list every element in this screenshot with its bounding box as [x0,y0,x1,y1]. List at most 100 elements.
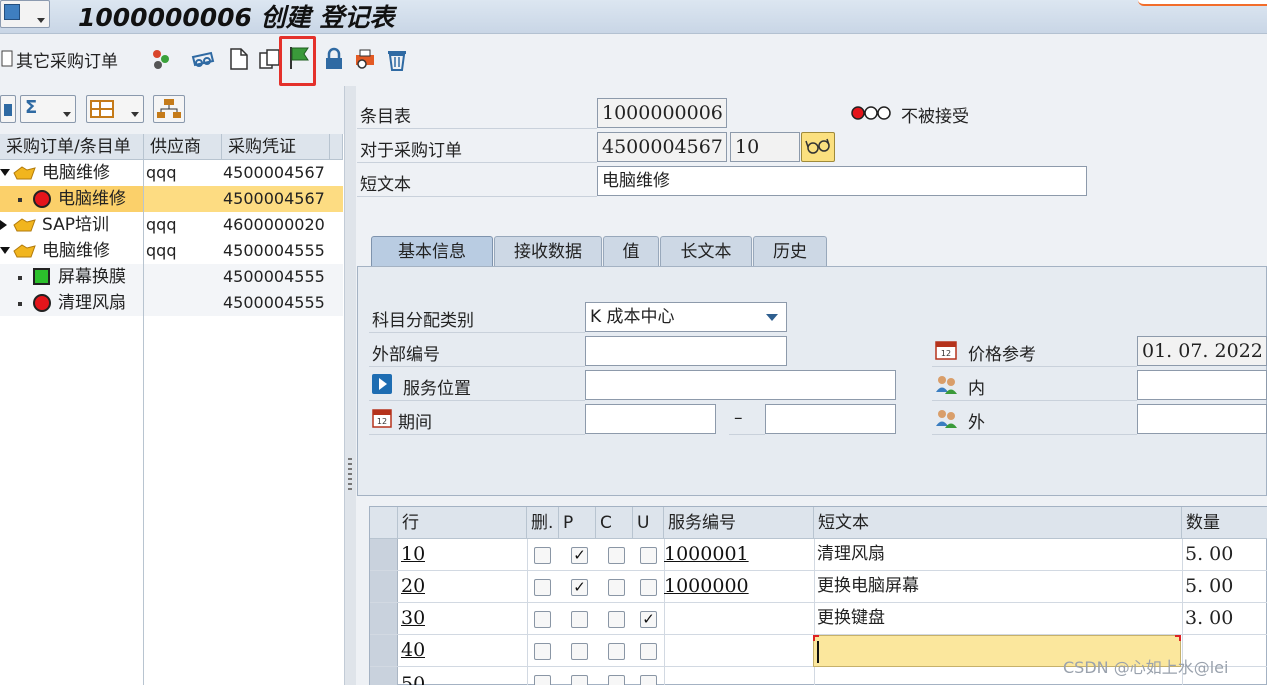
create-doc-icon[interactable] [227,47,251,71]
delete-checkbox[interactable] [534,579,551,596]
display-po-button[interactable] [801,132,835,162]
print-icon[interactable] [353,47,377,71]
other-po-button[interactable]: 其它采购订单 [0,46,118,72]
tab-history[interactable]: 历史 [753,236,827,268]
tab-values[interactable]: 值 [603,236,659,268]
period-to-field[interactable] [765,404,896,434]
delete-checkbox[interactable] [534,675,551,685]
system-menu-button[interactable] [0,0,50,28]
row-selector[interactable] [370,603,398,634]
expand-icon[interactable] [0,247,10,254]
folder-icon [13,166,36,180]
c-checkbox[interactable] [608,675,625,685]
line-number-link[interactable]: 50 [401,669,425,685]
row-selector[interactable] [370,571,398,602]
table-col-header[interactable]: U [633,507,664,539]
label-underline [357,196,597,197]
layout-button[interactable] [86,95,144,123]
short-text-field[interactable]: 电脑维修 [597,166,1087,196]
tab-basic-info[interactable]: 基本信息 [371,236,493,268]
line-number-link[interactable]: 30 [401,603,425,634]
c-checkbox[interactable] [608,643,625,660]
tree-col-header[interactable]: 供应商 [144,134,222,160]
delete-checkbox[interactable] [534,547,551,564]
hierarchy-button[interactable] [153,95,185,123]
ext-number-field[interactable] [585,336,787,366]
po-item-field[interactable]: 10 [730,132,800,162]
table-col-header[interactable]: 删. [527,507,559,539]
delete-checkbox[interactable] [534,643,551,660]
quantity-value[interactable]: 5. 00 [1185,539,1233,570]
pane-splitter[interactable] [344,86,356,685]
expand-icon[interactable] [0,169,10,176]
c-checkbox[interactable] [608,547,625,564]
line-short-text[interactable]: 更换键盘 [817,603,885,634]
tree-row[interactable]: 电脑维修 qqq 4500004555 [0,238,343,264]
row-selector[interactable] [370,539,398,570]
p-checkbox[interactable] [571,643,588,660]
external-field[interactable] [1137,404,1267,434]
tree-row-label: 电脑维修 [42,163,110,183]
tree-row-doc: 4500004567 [223,189,325,208]
p-checkbox[interactable]: ✓ [571,547,588,564]
table-row[interactable]: 10 ✓ 1000001 清理风扇 5. 00 [370,539,1267,571]
tree-row[interactable]: SAP培训 qqq 4600000020 [0,212,343,238]
collapse-icon[interactable] [0,220,7,230]
service-number-link[interactable]: 1000000 [664,571,749,602]
glasses-icon[interactable] [191,47,215,71]
tree-col-header[interactable]: 采购凭证 [222,134,330,160]
service-location-icon[interactable] [372,374,392,394]
line-number-link[interactable]: 20 [401,571,425,602]
delete-checkbox[interactable] [534,611,551,628]
tree-expand-button[interactable] [0,95,16,123]
chevron-down-icon[interactable] [766,314,778,321]
table-row[interactable]: 30 ✓ 更换键盘 3. 00 [370,603,1267,635]
line-number-link[interactable]: 10 [401,539,425,570]
acct-assign-select[interactable]: K 成本中心 [585,302,787,332]
period-from-field[interactable] [585,404,716,434]
select-all-corner[interactable] [370,507,398,539]
tree-row[interactable]: 电脑维修 qqq 4500004567 [0,160,343,186]
tree-row-selected[interactable]: 电脑维修 4500004567 [0,186,343,212]
u-checkbox[interactable] [640,643,657,660]
service-location-field[interactable] [585,370,896,400]
quantity-value[interactable]: 5. 00 [1185,571,1233,602]
service-number-link[interactable]: 1000001 [664,539,749,570]
p-checkbox[interactable] [571,675,588,685]
table-col-header[interactable]: 数量 [1182,507,1267,539]
p-checkbox[interactable]: ✓ [571,579,588,596]
u-checkbox[interactable] [640,579,657,596]
tab-receipt-data[interactable]: 接收数据 [494,236,602,268]
trash-icon[interactable] [385,47,409,71]
line-number-link[interactable]: 40 [401,635,425,666]
c-checkbox[interactable] [608,579,625,596]
table-col-header[interactable]: 短文本 [814,507,1182,539]
u-checkbox[interactable] [640,675,657,685]
entry-sheet-field[interactable]: 1000000006 [597,98,727,128]
tree-row[interactable]: 清理风扇 4500004555 [0,290,343,316]
line-short-text[interactable]: 清理风扇 [817,539,885,570]
splitter-grip-icon[interactable] [348,458,352,492]
org-icon[interactable] [149,47,173,71]
price-ref-field[interactable]: 01. 07. 2022 [1137,336,1267,366]
c-checkbox[interactable] [608,611,625,628]
sum-button[interactable]: Σ [20,95,76,123]
table-col-header[interactable]: P [559,507,596,539]
tree-row[interactable]: 屏幕换膜 4500004555 [0,264,343,290]
internal-field[interactable] [1137,370,1267,400]
table-col-header[interactable]: 行 [398,507,527,539]
table-col-header[interactable]: C [596,507,633,539]
tab-long-text[interactable]: 长文本 [660,236,752,268]
u-checkbox[interactable] [640,547,657,564]
row-selector[interactable] [370,667,398,685]
tree-col-header[interactable]: 采购订单/条目单 [0,134,144,160]
row-selector[interactable] [370,635,398,666]
table-row[interactable]: 20 ✓ 1000000 更换电脑屏幕 5. 00 [370,571,1267,603]
lock-icon[interactable] [322,47,346,71]
u-checkbox[interactable]: ✓ [640,611,657,628]
po-number-field[interactable]: 4500004567 [597,132,727,162]
table-col-header[interactable]: 服务编号 [664,507,814,539]
p-checkbox[interactable] [571,611,588,628]
quantity-value[interactable]: 3. 00 [1185,603,1233,634]
line-short-text[interactable]: 更换电脑屏幕 [817,571,919,602]
